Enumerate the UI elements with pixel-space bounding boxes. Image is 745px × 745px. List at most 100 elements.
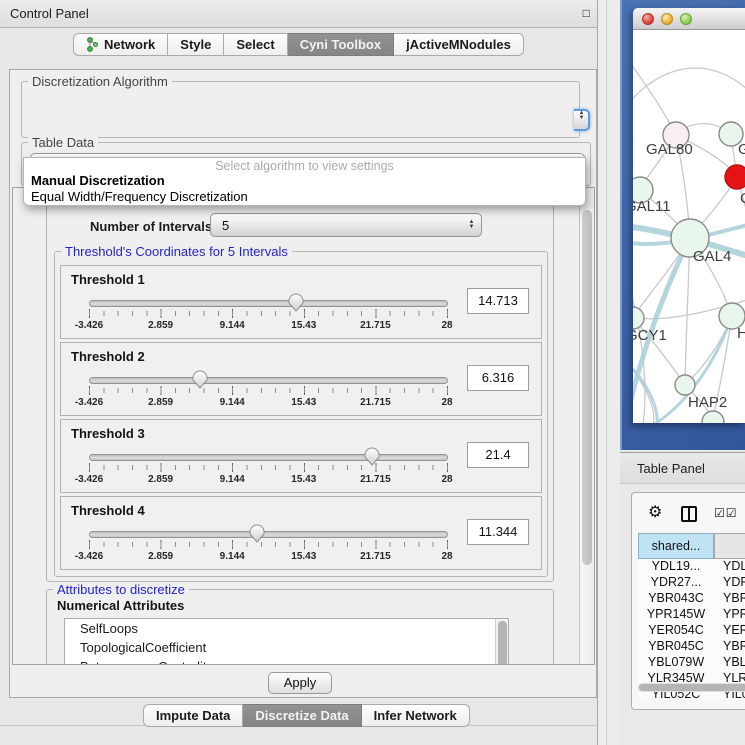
table-panel-titlebar: Table Panel bbox=[620, 452, 745, 484]
threshold-4-slider[interactable]: -3.426 2.859 9.144 15.43 21.715 28 bbox=[87, 523, 455, 569]
svg-text:HAP2: HAP2 bbox=[688, 394, 727, 411]
network-view-window[interactable]: GAL80 GA C GAL11 GAL4 GCY1 H HAP2 bbox=[633, 8, 745, 423]
node-selected-red[interactable] bbox=[725, 165, 745, 189]
zoom-traffic-light[interactable] bbox=[680, 13, 692, 25]
threshold-label: Threshold 1 bbox=[71, 272, 145, 287]
control-panel: Control Panel □ × Network Style Select C… bbox=[0, 0, 612, 745]
minor-ticks bbox=[89, 311, 449, 316]
svg-text:GCY1: GCY1 bbox=[633, 327, 667, 344]
column-header-name[interactable]: name bbox=[714, 533, 745, 559]
threshold-3-box: Threshold 3 -3.426 2.859 9.144 bbox=[60, 419, 542, 493]
network-icon bbox=[86, 37, 99, 52]
algorithm-dropdown-popup: Select algorithm to view settings Manual… bbox=[23, 157, 586, 206]
table-rows: YDL19...YDL1 YDR27...YDR2 YBR043CYBR0 YP… bbox=[638, 559, 745, 699]
node-hap2[interactable] bbox=[675, 375, 695, 395]
numerical-attributes-label: Numerical Attributes bbox=[57, 598, 184, 613]
tab-jactivemnodules[interactable]: jActiveMNodules bbox=[394, 33, 524, 56]
tab-style[interactable]: Style bbox=[168, 33, 224, 56]
threshold-1-box: Threshold 1 -3.426 2.859 9.144 bbox=[60, 265, 542, 339]
attributes-to-discretize-group: Attributes to discretize Numerical Attri… bbox=[46, 589, 554, 665]
table-row[interactable]: YBR045CYBR0 bbox=[638, 639, 745, 655]
right-panel: GAL80 GA C GAL11 GAL4 GCY1 H HAP2 Table … bbox=[620, 0, 745, 745]
select-columns-icon[interactable]: ☑☑ bbox=[714, 506, 738, 520]
top-tabbar: Network Style Select Cyni Toolbox jActiv… bbox=[73, 33, 524, 56]
number-of-intervals-label: Number of Intervals bbox=[90, 219, 212, 234]
threshold-2-value-field[interactable]: 6.316 bbox=[467, 365, 529, 391]
minor-ticks bbox=[89, 388, 449, 393]
gear-icon[interactable]: ⚙ bbox=[648, 502, 662, 522]
tab-cyni-toolbox[interactable]: Cyni Toolbox bbox=[288, 33, 394, 56]
tab-discretize-data[interactable]: Discretize Data bbox=[243, 704, 361, 727]
svg-text:GAL11: GAL11 bbox=[633, 198, 671, 215]
minor-ticks bbox=[89, 465, 449, 470]
table-row[interactable]: YBR043CYBR0 bbox=[638, 591, 745, 607]
scrollbar-thumb[interactable] bbox=[582, 210, 592, 565]
group-title: Attributes to discretize bbox=[53, 582, 189, 597]
table-panel-body: ⚙ ☑☑ shared... name YDL19...YDL1 YDR27..… bbox=[620, 485, 745, 745]
tab-network[interactable]: Network bbox=[73, 33, 168, 56]
group-title: Threshold's Coordinates for 5 Intervals bbox=[61, 244, 292, 259]
numerical-attributes-list: SelfLoops TopologicalCoefficient Between… bbox=[64, 618, 509, 665]
split-pane-divider[interactable] bbox=[597, 0, 620, 745]
option-equal-width-frequency[interactable]: Equal Width/Frequency Discretization bbox=[31, 189, 248, 204]
option-manual-discretization[interactable]: Manual Discretization bbox=[31, 173, 165, 188]
panel-title: Control Panel bbox=[10, 6, 89, 21]
network-desktop: GAL80 GA C GAL11 GAL4 GCY1 H HAP2 bbox=[620, 0, 745, 450]
tab-select[interactable]: Select bbox=[224, 33, 287, 56]
table-row[interactable]: YDR27...YDR2 bbox=[638, 575, 745, 591]
threshold-2-slider[interactable]: -3.426 2.859 9.144 15.43 21.715 28 bbox=[87, 369, 455, 415]
threshold-4-box: Threshold 4 -3.426 2.859 9.144 bbox=[60, 496, 542, 570]
svg-text:GAL4: GAL4 bbox=[693, 248, 731, 265]
close-traffic-light[interactable] bbox=[642, 13, 654, 25]
network-graph: GAL80 GA C GAL11 GAL4 GCY1 H HAP2 bbox=[633, 30, 745, 423]
network-canvas[interactable]: GAL80 GA C GAL11 GAL4 GCY1 H HAP2 bbox=[633, 30, 745, 423]
list-item[interactable]: TopologicalCoefficient bbox=[65, 638, 508, 657]
apply-button[interactable]: Apply bbox=[268, 672, 332, 694]
minor-ticks bbox=[89, 542, 449, 547]
stepper-arrows-icon: ▲▼ bbox=[574, 111, 590, 121]
number-of-intervals-value: 5 bbox=[211, 218, 465, 233]
column-header-shared-name[interactable]: shared... bbox=[638, 533, 714, 559]
control-panel-titlebar: Control Panel □ × bbox=[0, 0, 612, 28]
threshold-3-slider[interactable]: -3.426 2.859 9.144 15.43 21.715 28 bbox=[87, 446, 455, 492]
node-bottom-partial[interactable] bbox=[702, 411, 724, 423]
horizontal-scrollbar[interactable] bbox=[638, 683, 745, 692]
slider-track[interactable] bbox=[89, 454, 448, 461]
slider-track[interactable] bbox=[89, 531, 448, 538]
list-item[interactable]: BetweennessCentrality bbox=[65, 657, 508, 665]
algorithm-combobox-focused-edge[interactable]: ▲▼ bbox=[574, 109, 590, 131]
threshold-label: Threshold 3 bbox=[71, 426, 145, 441]
threshold-label: Threshold 4 bbox=[71, 503, 145, 518]
group-title: Discretization Algorithm bbox=[28, 74, 172, 89]
threshold-label: Threshold 2 bbox=[71, 349, 145, 364]
stepper-arrows-icon: ▲▼ bbox=[465, 220, 481, 230]
minimize-traffic-light[interactable] bbox=[661, 13, 673, 25]
table-row[interactable]: YBL079WYBL0 bbox=[638, 655, 745, 671]
dropdown-hint: Select algorithm to view settings bbox=[24, 159, 585, 173]
network-window-titlebar[interactable] bbox=[633, 8, 745, 30]
threshold-1-value-field[interactable]: 14.713 bbox=[467, 288, 529, 314]
tab-impute-data[interactable]: Impute Data bbox=[143, 704, 243, 727]
table-row[interactable]: YER054CYER0 bbox=[638, 623, 745, 639]
node-gcy1[interactable] bbox=[633, 307, 644, 329]
threshold-1-slider[interactable]: -3.426 2.859 9.144 15.43 21.715 28 bbox=[87, 292, 455, 338]
discretization-algorithm-group: Discretization Algorithm ▲▼ bbox=[21, 81, 580, 138]
threshold-4-value-field[interactable]: 11.344 bbox=[467, 519, 529, 545]
threshold-3-value-field[interactable]: 21.4 bbox=[467, 442, 529, 468]
slider-track[interactable] bbox=[89, 377, 448, 384]
scrollbar-thumb[interactable] bbox=[639, 684, 745, 691]
threshold-2-box: Threshold 2 -3.426 2.859 9.144 bbox=[60, 342, 542, 416]
number-of-intervals-combobox[interactable]: 5 ▲▼ bbox=[210, 213, 482, 237]
float-window-icon[interactable]: □ bbox=[583, 6, 590, 20]
list-scrollbar[interactable] bbox=[495, 619, 508, 665]
table-row[interactable]: YDL19...YDL1 bbox=[638, 559, 745, 575]
vertical-scrollbar[interactable] bbox=[579, 188, 594, 664]
tab-infer-network[interactable]: Infer Network bbox=[362, 704, 470, 727]
list-item[interactable]: SelfLoops bbox=[65, 619, 508, 638]
scrollbar-thumb[interactable] bbox=[498, 621, 507, 665]
svg-text:H: H bbox=[737, 325, 745, 342]
table-row[interactable]: YPR145WYPR1 bbox=[638, 607, 745, 623]
slider-track[interactable] bbox=[89, 300, 448, 307]
node-table-card: ⚙ ☑☑ shared... name YDL19...YDL1 YDR27..… bbox=[631, 492, 745, 710]
split-columns-icon[interactable] bbox=[681, 506, 697, 522]
